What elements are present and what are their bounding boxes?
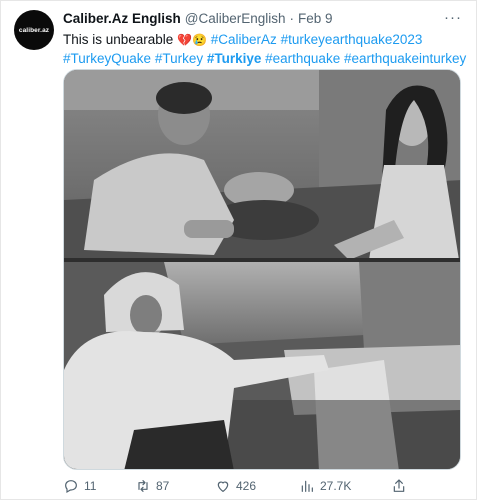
- share-button[interactable]: [391, 476, 407, 496]
- hashtag-link[interactable]: #Turkey: [155, 51, 203, 66]
- more-options-icon[interactable]: ···: [442, 8, 464, 26]
- reply-button[interactable]: 11: [63, 476, 96, 496]
- hashtag-link[interactable]: #CaliberAz: [211, 32, 277, 47]
- like-icon: [217, 481, 229, 492]
- reply-count: 11: [84, 479, 97, 493]
- hashtag-link[interactable]: #earthquakeinturkey: [344, 51, 466, 66]
- broken-heart-emoji: 💔: [177, 33, 193, 47]
- reply-icon: [65, 480, 77, 494]
- hashtag-link[interactable]: #earthquake: [265, 51, 340, 66]
- author-handle[interactable]: @CaliberEnglish: [185, 11, 286, 27]
- views-count: 27.7K: [320, 479, 352, 493]
- grayscale-collage-image: [64, 70, 460, 469]
- views-button[interactable]: 27.7K: [299, 476, 351, 496]
- retweet-button[interactable]: 87: [135, 476, 169, 496]
- tweet-text-intro: This is unbearable: [63, 32, 174, 47]
- share-icon: [393, 479, 405, 492]
- hashtag-link[interactable]: #TurkeyQuake: [63, 51, 151, 66]
- tweet-text-line-1: This is unbearable 💔😢 #CaliberAz #turkey…: [63, 31, 464, 50]
- author-name[interactable]: Caliber.Az English: [63, 11, 181, 27]
- crying-face-emoji: 😢: [192, 33, 207, 47]
- avatar-logo-text: caliber.az: [18, 26, 50, 34]
- like-count: 426: [236, 479, 257, 493]
- tweet-photo[interactable]: [63, 69, 461, 470]
- tweet-header: Caliber.Az English @CaliberEnglish · Feb…: [63, 11, 436, 27]
- retweet-icon: [138, 480, 148, 492]
- tweet-date[interactable]: Feb 9: [298, 11, 333, 27]
- retweet-count: 87: [156, 479, 170, 493]
- avatar[interactable]: caliber.az: [14, 10, 54, 50]
- hashtag-link[interactable]: #turkeyearthquake2023: [281, 32, 423, 47]
- views-icon: [301, 480, 313, 492]
- tweet-text: This is unbearable 💔😢 #CaliberAz #turkey…: [63, 31, 466, 69]
- like-button[interactable]: 426: [215, 476, 256, 496]
- tweet-text-line-2: #TurkeyQuake #Turkey #Turkiye #earthquak…: [63, 50, 466, 69]
- tweet-actions: 11 87 426 27.7K: [63, 476, 464, 496]
- separator-dot: ·: [289, 11, 295, 26]
- hashtag-link[interactable]: #Turkiye: [207, 51, 262, 66]
- tweet-card[interactable]: caliber.az Caliber.Az English @CaliberEn…: [0, 0, 477, 500]
